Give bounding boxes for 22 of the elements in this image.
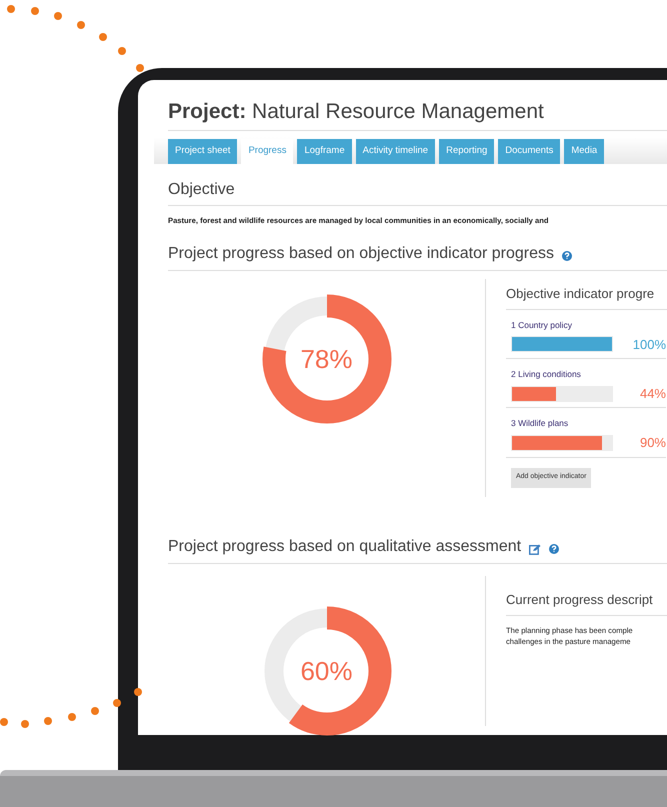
progress-percentage: 44% [640, 384, 666, 403]
indicator-label[interactable]: 1 Country policy [511, 318, 666, 332]
section-heading: Project progress based on qualitative assessment [168, 537, 522, 558]
tab[interactable]: Reporting [439, 139, 494, 164]
indicator-label[interactable]: 2 Living conditions [511, 368, 666, 381]
tab[interactable]: Logframe [297, 139, 352, 164]
panel-heading: Objective indicator progre [506, 284, 667, 310]
section-heading: Project progress based on objective indicator progress [168, 244, 554, 264]
section-heading: Objective [168, 178, 667, 206]
tab[interactable]: Activity timeline [356, 139, 436, 164]
help-icon[interactable] [562, 251, 572, 262]
indicator-label[interactable]: 3 Wildlife plans [511, 417, 666, 430]
tab[interactable]: Progress [241, 139, 294, 164]
edit-icon[interactable] [529, 544, 542, 555]
progress-percentage: 100% [632, 336, 666, 354]
progress-percentage: 90% [640, 434, 666, 452]
tab[interactable]: Project sheet [168, 139, 238, 164]
tab[interactable]: Documents [498, 139, 560, 164]
project-title: Project: Natural Resource Management [168, 98, 667, 131]
tab[interactable]: Media [564, 139, 604, 164]
help-icon[interactable] [549, 544, 560, 554]
panel-heading: Current progress descript [506, 590, 667, 616]
